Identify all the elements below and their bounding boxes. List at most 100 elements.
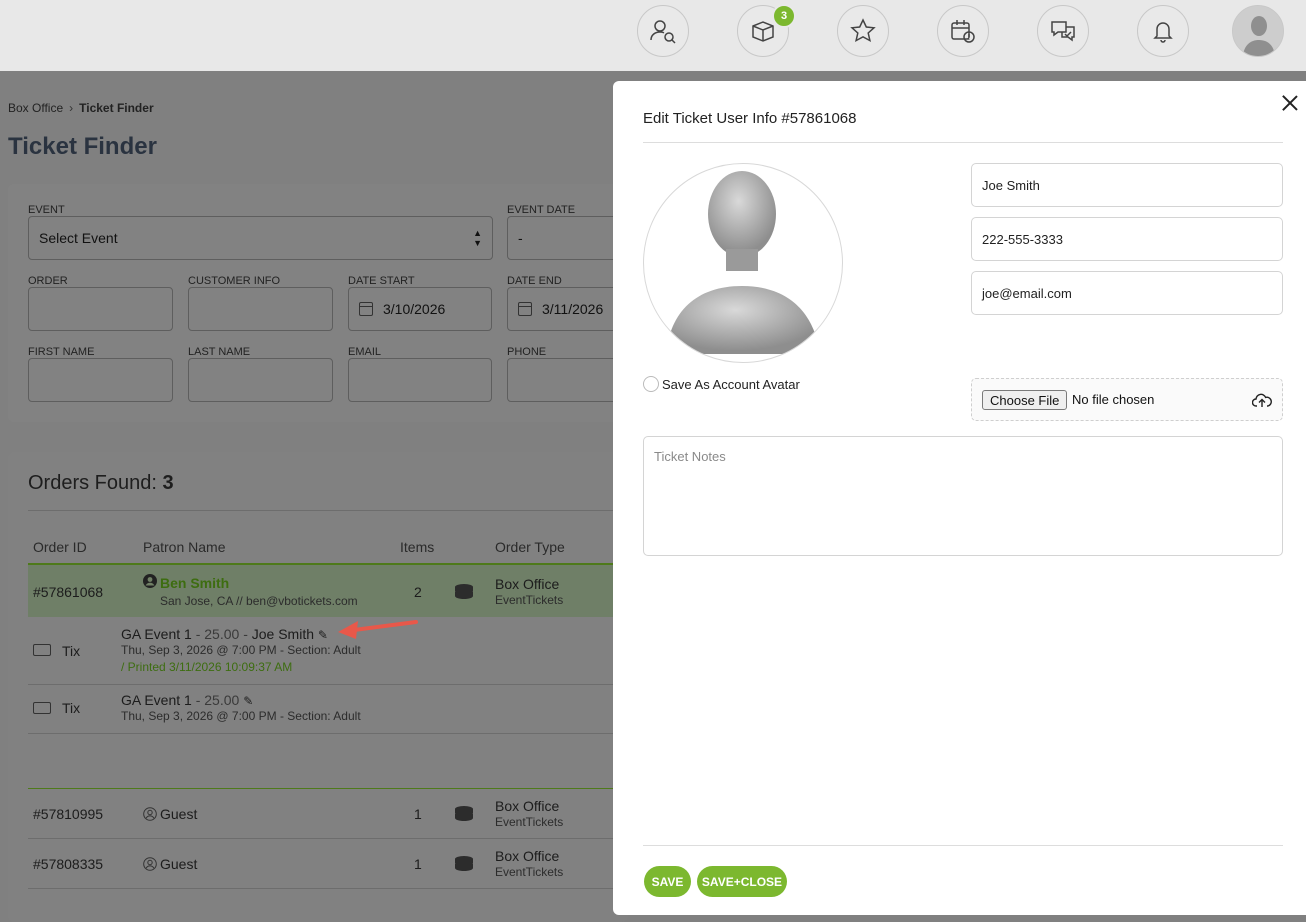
coins-icon bbox=[455, 806, 473, 821]
ticket-notes-textarea[interactable]: Ticket Notes bbox=[643, 436, 1283, 556]
coins-icon bbox=[455, 856, 473, 871]
calendar-alert-icon[interactable] bbox=[937, 5, 989, 57]
ticket-line: GA Event 1 - 25.00 ✎ bbox=[121, 692, 253, 708]
chat-icon[interactable] bbox=[1037, 5, 1089, 57]
guest-icon bbox=[143, 857, 157, 874]
last-name-label: LAST NAME bbox=[188, 346, 251, 358]
user-search-icon[interactable] bbox=[637, 5, 689, 57]
patron-icon bbox=[143, 574, 157, 591]
date-end-value: 3/11/2026 bbox=[542, 301, 604, 317]
save-close-button[interactable]: SAVE+CLOSE bbox=[697, 866, 787, 897]
items-count: 2 bbox=[414, 584, 422, 600]
ticket-icon bbox=[33, 702, 51, 714]
col-patron-name[interactable]: Patron Name bbox=[143, 539, 225, 555]
orders-panel: Orders Found: 3 Order ID Patron Name Ite… bbox=[8, 452, 628, 922]
divider bbox=[28, 684, 628, 685]
ticket-kind: Tix bbox=[62, 643, 81, 659]
items-count: 1 bbox=[414, 806, 422, 822]
guest-icon bbox=[143, 807, 157, 824]
divider bbox=[28, 510, 628, 511]
order-subtype: EventTickets bbox=[495, 593, 564, 607]
patron-name[interactable]: Guest bbox=[160, 856, 197, 872]
close-icon[interactable] bbox=[1280, 93, 1300, 113]
order-subtype: EventTickets bbox=[495, 815, 564, 829]
col-items[interactable]: Items bbox=[400, 539, 434, 555]
col-order-id[interactable]: Order ID bbox=[33, 539, 87, 555]
date-start-input[interactable]: 3/10/2026 bbox=[348, 287, 492, 331]
order-type: Box Office bbox=[495, 576, 560, 592]
email-input[interactable] bbox=[348, 358, 492, 402]
patron-name[interactable]: Ben Smith bbox=[160, 575, 229, 591]
holder-email-input[interactable]: joe@email.com bbox=[971, 271, 1283, 315]
order-subtype: EventTickets bbox=[495, 865, 564, 879]
cloud-upload-icon[interactable] bbox=[1252, 391, 1272, 409]
choose-file-button[interactable]: Choose File bbox=[982, 390, 1068, 410]
patron-name[interactable]: Guest bbox=[160, 806, 197, 822]
annotation-arrow-icon bbox=[338, 620, 418, 639]
ticket-event: GA Event 1 bbox=[121, 692, 192, 708]
calendar-icon bbox=[518, 302, 532, 316]
ticket-event: GA Event 1 bbox=[121, 626, 192, 642]
order-label: ORDER bbox=[28, 275, 68, 287]
event-date-value: - bbox=[518, 230, 523, 246]
event-select-value: Select Event bbox=[39, 230, 118, 246]
divider bbox=[28, 733, 628, 734]
ticket-notes-placeholder: Ticket Notes bbox=[654, 449, 726, 464]
filter-panel: EVENT Select Event ▲ ▼ EVENT DATE - ORDER … bbox=[8, 184, 637, 422]
page-title: Ticket Finder bbox=[8, 133, 157, 160]
ticket-price: - 25.00 bbox=[195, 692, 240, 708]
holder-name-input[interactable]: Joe Smith bbox=[971, 163, 1283, 207]
last-name-input[interactable] bbox=[188, 358, 333, 402]
bell-icon[interactable] bbox=[1137, 5, 1189, 57]
items-count: 1 bbox=[414, 856, 422, 872]
event-date-label: EVENT DATE bbox=[507, 204, 576, 216]
save-button[interactable]: SAVE bbox=[644, 866, 691, 897]
event-select[interactable]: Select Event ▲ ▼ bbox=[28, 216, 493, 260]
coins-icon bbox=[455, 584, 473, 599]
star-icon[interactable] bbox=[837, 5, 889, 57]
date-end-label: DATE END bbox=[507, 275, 562, 287]
box-icon[interactable]: 3 bbox=[737, 4, 796, 57]
event-label: EVENT bbox=[28, 204, 65, 216]
col-order-type[interactable]: Order Type bbox=[495, 539, 565, 555]
first-name-label: FIRST NAME bbox=[28, 346, 95, 358]
phone-label: PHONE bbox=[507, 346, 547, 358]
order-id[interactable]: #57808335 bbox=[33, 856, 103, 872]
breadcrumb-root[interactable]: Box Office bbox=[8, 101, 63, 115]
ticket-icon bbox=[33, 644, 51, 656]
orders-found-title: Orders Found: 3 bbox=[28, 472, 174, 495]
user-avatar[interactable] bbox=[1232, 5, 1284, 57]
order-id[interactable]: #57810995 bbox=[33, 806, 103, 822]
orders-count: 3 bbox=[162, 472, 174, 494]
calendar-icon bbox=[359, 302, 373, 316]
ticket-line: GA Event 1 - 25.00 - Joe Smith ✎ bbox=[121, 626, 328, 642]
holder-name-value: Joe Smith bbox=[982, 177, 1040, 193]
first-name-input[interactable] bbox=[28, 358, 173, 402]
no-file-text: No file chosen bbox=[1072, 392, 1155, 407]
edit-ticket-pencil-icon[interactable]: ✎ bbox=[243, 694, 253, 708]
breadcrumb: Box Office › Ticket Finder bbox=[8, 101, 154, 115]
file-upload-box[interactable]: Choose File No file chosen bbox=[971, 378, 1283, 421]
order-type: Box Office bbox=[495, 798, 560, 814]
patron-detail: San Jose, CA // ben@vbotickets.com bbox=[160, 594, 358, 608]
customer-info-input[interactable] bbox=[188, 287, 333, 331]
save-avatar-label[interactable]: Save As Account Avatar bbox=[662, 377, 800, 392]
order-id[interactable]: #57861068 bbox=[33, 584, 103, 600]
divider bbox=[643, 142, 1283, 143]
holder-phone-input[interactable]: 222-555-3333 bbox=[971, 217, 1283, 261]
date-start-value: 3/10/2026 bbox=[383, 301, 446, 317]
edit-ticket-pencil-icon[interactable]: ✎ bbox=[318, 628, 328, 642]
holder-email-value: joe@email.com bbox=[982, 285, 1072, 301]
email-label: EMAIL bbox=[348, 346, 382, 358]
breadcrumb-current: Ticket Finder bbox=[79, 101, 154, 115]
top-bar: 3 bbox=[0, 0, 1306, 71]
holder-phone-value: 222-555-3333 bbox=[982, 231, 1063, 247]
ticket-when: Thu, Sep 3, 2026 @ 7:00 PM - Section: Ad… bbox=[121, 643, 361, 657]
orders-found-label: Orders Found: bbox=[28, 472, 157, 494]
ticket-kind: Tix bbox=[62, 700, 81, 716]
order-input[interactable] bbox=[28, 287, 173, 331]
chevron-right-icon: › bbox=[69, 101, 74, 115]
select-arrows-icon: ▲ ▼ bbox=[473, 228, 482, 248]
ticket-when: Thu, Sep 3, 2026 @ 7:00 PM - Section: Ad… bbox=[121, 709, 361, 723]
save-avatar-radio[interactable] bbox=[643, 376, 659, 392]
